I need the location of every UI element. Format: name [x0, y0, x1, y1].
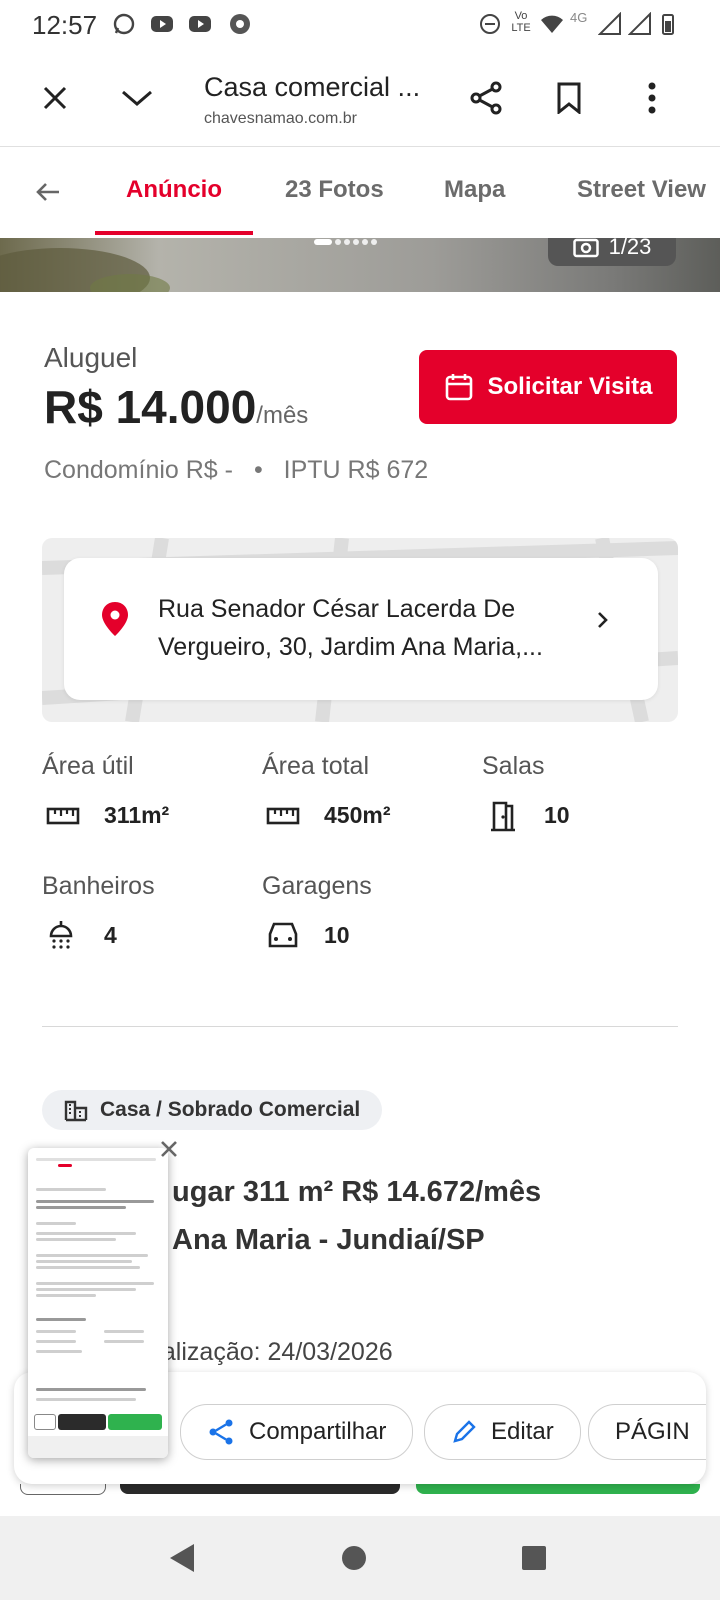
edit-chip-label: Editar: [491, 1418, 554, 1445]
update-date: ualização: 24/03/2026: [148, 1338, 393, 1366]
bookmark-button[interactable]: [545, 74, 593, 122]
nav-recents-icon[interactable]: [520, 1544, 548, 1572]
feature-value-area-util: 311m²: [104, 802, 170, 828]
battery-icon: [662, 14, 674, 35]
screenshot-thumbnail[interactable]: [28, 1148, 168, 1458]
signal-icon-2: [628, 12, 651, 35]
network-type: 4G: [570, 10, 588, 25]
chevron-down-icon: [122, 90, 152, 106]
thumb-navbar: [28, 1436, 168, 1458]
minimize-button[interactable]: [113, 74, 161, 122]
car-icon: [268, 922, 298, 948]
iptu-fee: IPTU R$ 672: [283, 456, 429, 484]
request-visit-label: Solicitar Visita: [487, 373, 653, 400]
address-card[interactable]: Rua Senador César Lacerda De Vergueiro, …: [64, 558, 658, 700]
pencil-icon: [453, 1420, 476, 1443]
status-time: 12:57: [32, 10, 98, 40]
signal-icon: [598, 12, 621, 35]
volte-label: Vo LTE: [511, 10, 531, 34]
close-button[interactable]: [31, 74, 79, 122]
fees-line: Condomínio R$ - • IPTU R$ 672: [44, 456, 428, 485]
close-icon-thumbnail[interactable]: [158, 1138, 180, 1160]
bookmark-icon: [557, 82, 581, 114]
location-pin-icon: [102, 602, 128, 636]
phone-button-edge[interactable]: [20, 1484, 106, 1495]
listing-headline: ugar 311 m² R$ 14.672/mês Ana Maria - Ju…: [172, 1168, 541, 1264]
feature-label-area-util: Área útil: [42, 752, 134, 780]
request-visit-button[interactable]: Solicitar Visita: [419, 350, 677, 424]
contact-button-edge[interactable]: [120, 1484, 400, 1494]
feature-label-banheiros: Banheiros: [42, 872, 155, 900]
category-badge: Casa / Sobrado Comercial: [42, 1090, 383, 1130]
listing-photo[interactable]: 1/23: [0, 238, 720, 292]
whatsapp-button-edge[interactable]: [416, 1484, 700, 1494]
thumb-whatsapp-btn: [108, 1414, 162, 1430]
edit-chip[interactable]: Editar: [424, 1404, 581, 1460]
share-chip-label: Compartilhar: [249, 1418, 387, 1445]
photo-foliage: [0, 248, 170, 292]
tab-anuncio[interactable]: Anúncio: [126, 176, 222, 204]
share-button[interactable]: [462, 74, 510, 122]
photo-pagination-dots: [314, 239, 377, 245]
thumb-phone-btn: [34, 1414, 56, 1430]
share-icon-blue: [209, 1419, 233, 1445]
feature-label-salas: Salas: [482, 752, 545, 780]
status-bar: 12:57 Vo LTE 4G: [0, 0, 720, 50]
share-chip[interactable]: Compartilhar: [180, 1404, 414, 1460]
page-chip[interactable]: PÁGIN: [588, 1404, 706, 1460]
nav-back-icon[interactable]: [168, 1542, 196, 1574]
tab-mapa[interactable]: Mapa: [444, 176, 505, 204]
feature-value-area-total: 450m²: [324, 802, 391, 828]
price-value: R$ 14.000: [44, 381, 257, 433]
chrome-icon: [230, 14, 250, 34]
headline-line-1: ugar 311 m² R$ 14.672/mês: [172, 1176, 542, 1208]
youtube-icon-2: [189, 16, 211, 32]
shower-icon: [49, 921, 73, 949]
door-icon: [491, 801, 515, 832]
tab-street-view[interactable]: Street View: [577, 176, 706, 204]
dnd-icon: [480, 14, 500, 34]
photo-counter-badge: 1/23: [548, 238, 676, 266]
category-label: Casa / Sobrado Comercial: [100, 1098, 361, 1121]
back-button[interactable]: [24, 168, 72, 216]
condominio-fee: Condomínio R$ -: [44, 456, 233, 484]
page-title: Casa comercial ...: [204, 72, 421, 102]
building-icon: [64, 1100, 88, 1122]
close-icon: [43, 86, 67, 110]
photo-counter: 1/23: [608, 238, 652, 259]
camera-icon: [572, 238, 599, 258]
price-unit: /mês: [256, 402, 309, 429]
listing-tabs: Anúncio 23 Fotos Mapa Street View: [0, 148, 720, 236]
chevron-right-icon: [598, 612, 608, 628]
ruler-icon-2: [266, 807, 300, 825]
price: R$ 14.000/mês: [44, 380, 308, 434]
thumb-contact-btn: [58, 1414, 106, 1430]
nav-home-icon[interactable]: [340, 1544, 368, 1572]
deal-type: Aluguel: [44, 342, 138, 373]
section-divider: [42, 1026, 678, 1027]
wifi-icon: [541, 15, 563, 33]
feature-label-garagens: Garagens: [262, 872, 372, 900]
tab-fotos[interactable]: 23 Fotos: [285, 176, 384, 204]
ruler-icon: [46, 807, 80, 825]
whatsapp-icon: [113, 13, 135, 35]
page-chip-label: PÁGIN: [615, 1418, 690, 1445]
menu-button[interactable]: [628, 74, 676, 122]
youtube-icon: [151, 16, 173, 32]
share-icon: [470, 81, 502, 115]
calendar-icon: [445, 374, 472, 401]
headline-line-2: Ana Maria - Jundiaí/SP: [172, 1224, 485, 1256]
more-vert-icon: [648, 82, 656, 114]
page-domain: chavesnamao.com.br: [204, 110, 357, 127]
feature-value-garagens: 10: [324, 922, 350, 948]
address-text: Rua Senador César Lacerda De Vergueiro, …: [158, 595, 543, 661]
feature-label-area-total: Área total: [262, 752, 370, 780]
browser-toolbar: Casa comercial ... chavesnamao.com.br: [0, 50, 720, 147]
feature-value-banheiros: 4: [104, 922, 117, 948]
arrow-left-icon: [36, 183, 59, 201]
active-tab-indicator: [95, 231, 253, 235]
fees-separator: •: [253, 456, 263, 484]
system-navigation-bar: [0, 1516, 720, 1600]
feature-value-salas: 10: [544, 802, 570, 828]
